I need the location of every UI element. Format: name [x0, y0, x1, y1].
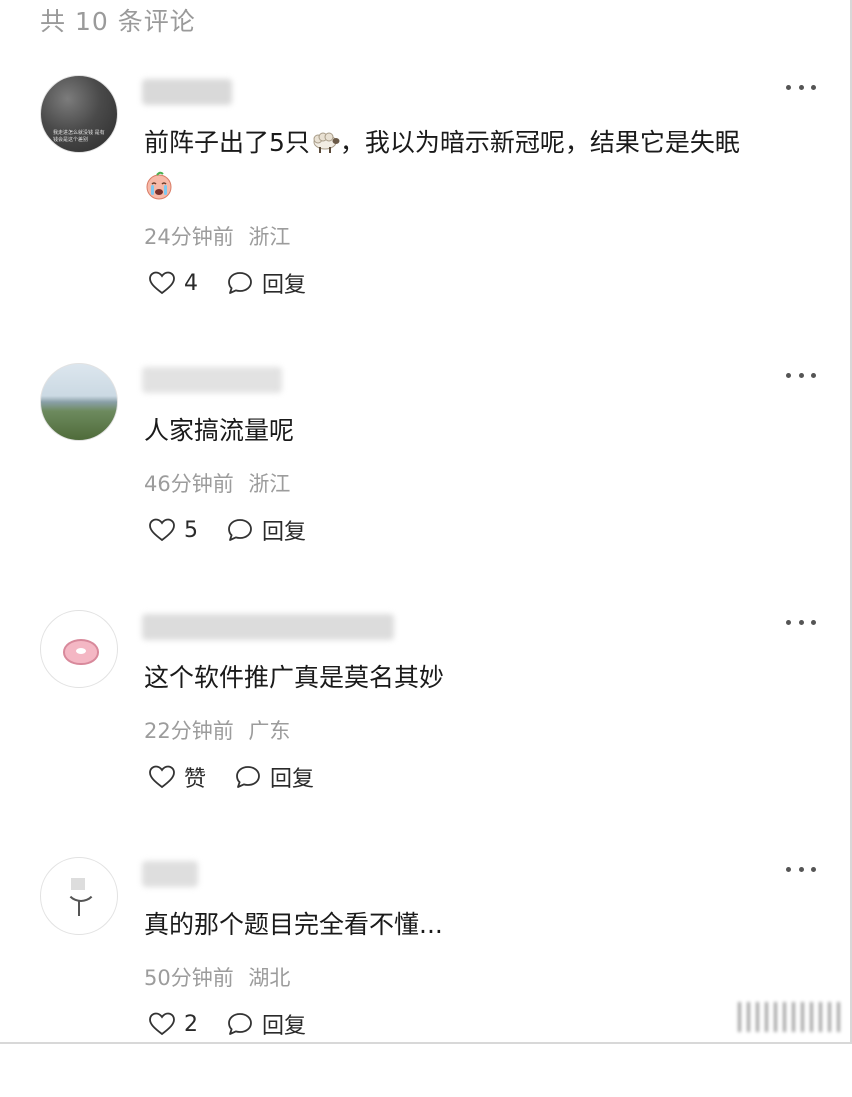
reply-button[interactable]: 回复 — [226, 514, 306, 546]
heart-outline-icon — [149, 271, 175, 295]
comment-meta: 24分钟前 浙江 — [144, 221, 290, 251]
comment-item: 我走进怎么就没钱 是有钱会是这个差别 前阵子出了5只 ，我以为暗示新冠呢，结果它… — [0, 75, 852, 315]
more-icon[interactable] — [786, 616, 816, 628]
crying-face-emoji — [146, 171, 172, 200]
comment-text-part: ，我以为暗示新冠呢，结果它是失眠 — [339, 128, 740, 157]
avatar[interactable] — [40, 363, 118, 441]
comment-count-header: 共 10 条评论 — [40, 7, 196, 36]
more-icon[interactable] — [786, 863, 816, 875]
username-redacted[interactable] — [142, 861, 198, 887]
comment-time: 22分钟前 — [144, 719, 234, 743]
reply-button[interactable]: 回复 — [226, 1008, 306, 1040]
comment-time: 46分钟前 — [144, 472, 234, 496]
sheep-emoji — [313, 132, 340, 153]
speech-bubble-icon — [228, 272, 252, 294]
like-label: 赞 — [184, 767, 207, 792]
comment-item: 人家搞流量呢 46分钟前 浙江 5 回复 — [0, 363, 852, 603]
comment-text: 真的那个题目完全看不懂... — [144, 910, 443, 939]
avatar-text: 我走进怎么就没钱 是有钱会是这个差别 — [53, 130, 105, 143]
comment-time: 24分钟前 — [144, 225, 234, 249]
comment-text: 人家搞流量呢 — [144, 416, 295, 445]
comment-location: 湖北 — [248, 966, 291, 990]
avatar[interactable] — [40, 610, 118, 688]
comment-meta: 50分钟前 湖北 — [144, 962, 290, 992]
comment-text: 前阵子出了5只 ，我以为暗示新冠呢，结果它是失眠 — [144, 121, 824, 209]
comment-time: 50分钟前 — [144, 966, 234, 990]
heart-outline-icon — [149, 765, 175, 789]
comment-actions: 5 回复 — [148, 514, 306, 546]
reply-button[interactable]: 回复 — [226, 267, 306, 299]
username-redacted[interactable] — [142, 614, 394, 640]
reply-label: 回复 — [262, 520, 307, 545]
like-button[interactable]: 4 — [148, 270, 198, 296]
comment-page: 共 10 条评论 我走进怎么就没钱 是有钱会是这个差别 前阵子出了5只 ，我以为… — [0, 0, 852, 1044]
lollipop-stick — [78, 900, 80, 916]
speech-bubble-icon — [236, 766, 260, 788]
comment-text-part: 前阵子出了5只 — [144, 128, 310, 157]
donut-icon — [63, 639, 99, 665]
comment-meta: 46分钟前 浙江 — [144, 468, 290, 498]
more-icon[interactable] — [786, 369, 816, 381]
comment-actions: 2 回复 — [148, 1008, 306, 1040]
reply-label: 回复 — [262, 1014, 307, 1039]
avatar[interactable]: 我走进怎么就没钱 是有钱会是这个差别 — [40, 75, 118, 153]
username-redacted[interactable] — [142, 79, 232, 105]
lollipop-icon — [65, 886, 97, 902]
comment-actions: 4 回复 — [148, 267, 306, 299]
like-count: 5 — [184, 517, 198, 543]
heart-outline-icon — [149, 1012, 175, 1036]
comment-item: 这个软件推广真是莫名其妙 22分钟前 广东 赞 回复 — [0, 610, 852, 850]
speech-bubble-icon — [228, 519, 252, 541]
speech-bubble-icon — [228, 1013, 252, 1035]
like-button[interactable]: 2 — [148, 1011, 198, 1037]
like-button[interactable]: 5 — [148, 517, 198, 543]
like-button[interactable]: 赞 — [148, 761, 206, 793]
comment-text: 这个软件推广真是莫名其妙 — [144, 663, 445, 692]
reply-label: 回复 — [270, 767, 315, 792]
reply-button[interactable]: 回复 — [234, 761, 314, 793]
watermark — [738, 1002, 842, 1032]
reply-label: 回复 — [262, 273, 307, 298]
comment-meta: 22分钟前 广东 — [144, 715, 290, 745]
more-icon[interactable] — [786, 81, 816, 93]
comment-location: 浙江 — [248, 225, 291, 249]
username-redacted[interactable] — [142, 367, 282, 393]
like-count: 4 — [184, 270, 198, 296]
avatar[interactable] — [40, 857, 118, 935]
comment-actions: 赞 回复 — [148, 761, 314, 793]
like-count: 2 — [184, 1011, 198, 1037]
comment-item: 真的那个题目完全看不懂... 50分钟前 湖北 2 回复 — [0, 857, 852, 1097]
heart-outline-icon — [149, 518, 175, 542]
comment-location: 浙江 — [248, 472, 291, 496]
comment-location: 广东 — [248, 719, 291, 743]
